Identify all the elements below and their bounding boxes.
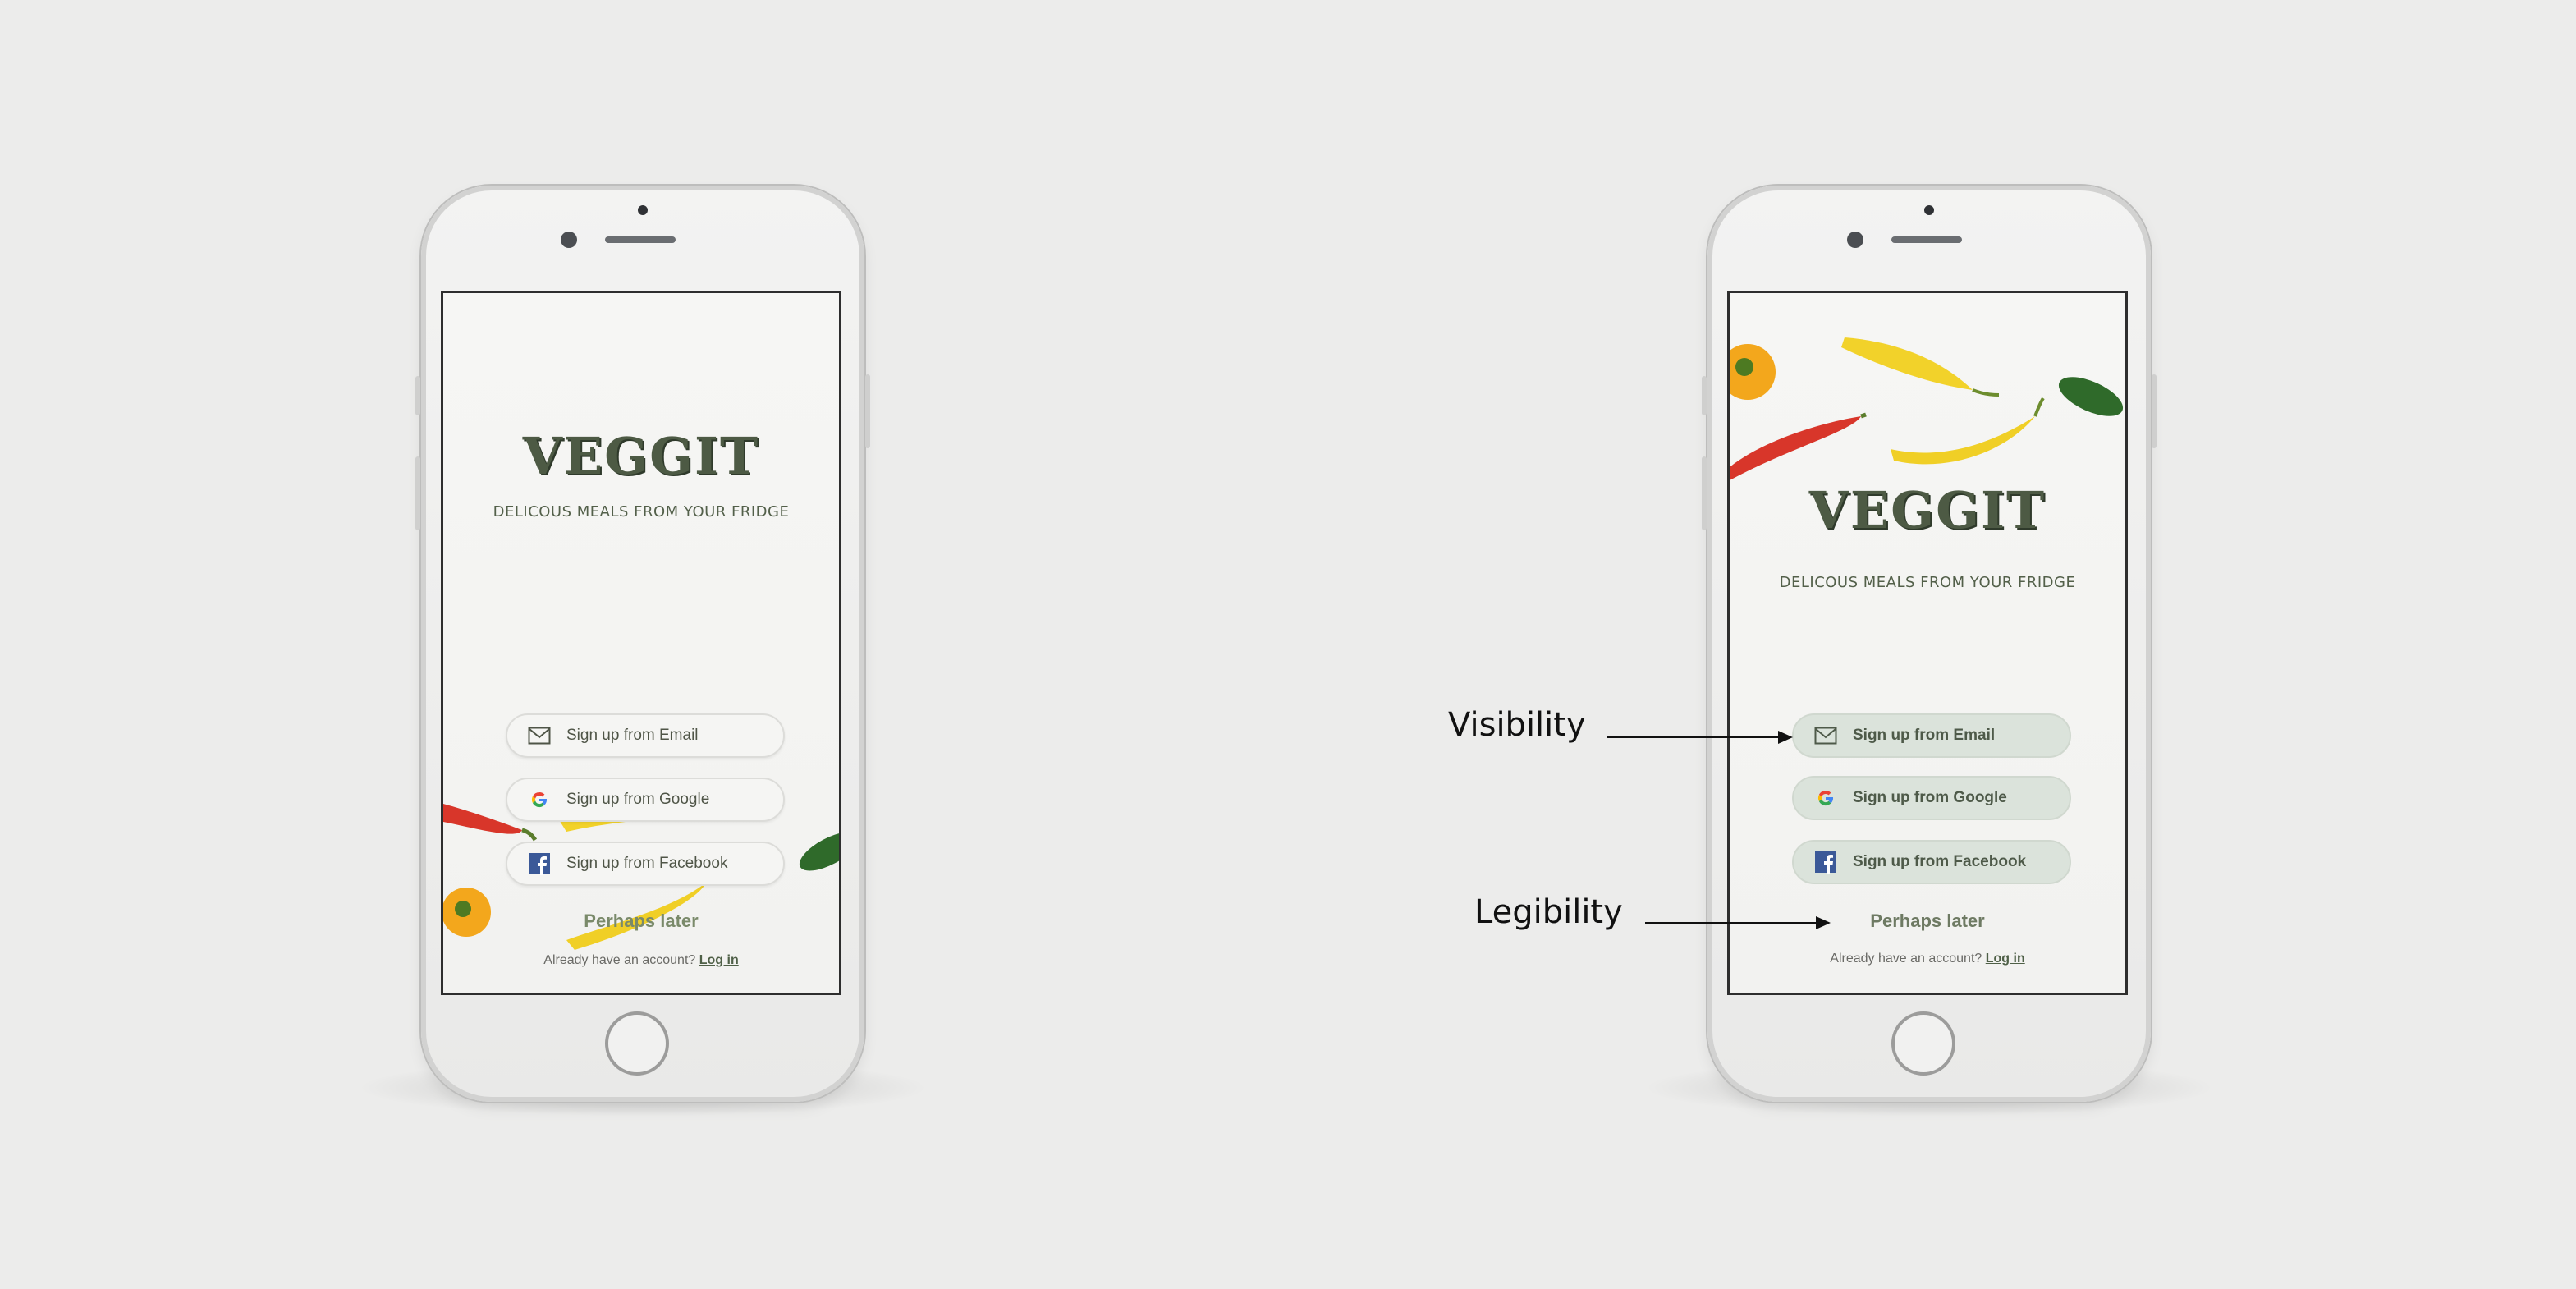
- signup-google-label: Sign up from Google: [1853, 789, 2007, 806]
- signup-email-label: Sign up from Email: [566, 727, 699, 744]
- signup-facebook-button[interactable]: Sign up from Facebook: [1792, 840, 2071, 884]
- app-tagline: DELICOUS MEALS FROM YOUR FRIDGE: [1779, 574, 2076, 591]
- vegetable-illustration: [1730, 337, 2124, 480]
- signup-email-button[interactable]: Sign up from Email: [506, 713, 785, 758]
- earpiece-speaker: [1891, 236, 1962, 243]
- annotation-legibility: Legibility: [1474, 893, 1623, 931]
- app-screen: VEGGIT DELICOUS MEALS FROM YOUR FRIDGE S…: [441, 291, 841, 995]
- side-switch: [415, 376, 420, 415]
- facebook-icon: [527, 851, 552, 876]
- login-link[interactable]: Log in: [699, 953, 739, 967]
- earpiece-speaker: [605, 236, 676, 243]
- volume-up-button: [1702, 456, 1707, 530]
- power-button: [865, 374, 870, 448]
- login-link[interactable]: Log in: [1986, 952, 2025, 966]
- google-icon: [1813, 786, 1838, 810]
- perhaps-later-link[interactable]: Perhaps later: [1730, 911, 2125, 932]
- login-prompt-text: Already have an account?: [1830, 952, 1982, 966]
- front-camera: [1847, 232, 1863, 248]
- envelope-icon: [527, 723, 552, 748]
- google-icon: [527, 787, 552, 812]
- arrow-head-icon: [1816, 916, 1831, 929]
- signup-email-button[interactable]: Sign up from Email: [1792, 713, 2071, 758]
- home-button[interactable]: [1891, 1011, 1955, 1076]
- perhaps-later-link[interactable]: Perhaps later: [443, 911, 839, 932]
- envelope-icon: [1813, 723, 1838, 748]
- signup-google-button[interactable]: Sign up from Google: [1792, 776, 2071, 820]
- signup-email-label: Sign up from Email: [1853, 727, 1996, 744]
- app-tagline: DELICOUS MEALS FROM YOUR FRIDGE: [493, 503, 790, 521]
- front-camera: [561, 232, 577, 248]
- facebook-icon: [1813, 850, 1838, 874]
- login-prompt: Already have an account? Log in: [1730, 952, 2125, 966]
- annotation-legibility-arrow: [1645, 922, 1817, 924]
- phone-mockup-after: VEGGIT DELICOUS MEALS FROM YOUR FRIDGE S…: [1702, 186, 2157, 1102]
- side-switch: [1702, 376, 1707, 415]
- annotation-visibility: Visibility: [1448, 706, 1586, 744]
- app-logo: VEGGIT: [1808, 480, 2047, 540]
- signup-facebook-button[interactable]: Sign up from Facebook: [506, 842, 785, 886]
- front-sensor: [638, 205, 648, 215]
- app-logo: VEGGIT: [522, 426, 760, 486]
- app-screen: VEGGIT DELICOUS MEALS FROM YOUR FRIDGE S…: [1727, 291, 2128, 995]
- volume-up-button: [415, 456, 420, 530]
- signup-facebook-label: Sign up from Facebook: [566, 855, 728, 872]
- power-button: [2152, 374, 2157, 448]
- front-sensor: [1924, 205, 1934, 215]
- signup-google-button[interactable]: Sign up from Google: [506, 778, 785, 822]
- login-prompt-text: Already have an account?: [543, 953, 696, 967]
- signup-facebook-label: Sign up from Facebook: [1853, 853, 2027, 870]
- home-button[interactable]: [605, 1011, 669, 1076]
- phone-mockup-before: VEGGIT DELICOUS MEALS FROM YOUR FRIDGE S…: [415, 186, 870, 1102]
- signup-google-label: Sign up from Google: [566, 791, 710, 808]
- arrow-head-icon: [1778, 731, 1793, 744]
- annotation-visibility-arrow: [1607, 736, 1780, 738]
- login-prompt: Already have an account? Log in: [443, 953, 839, 968]
